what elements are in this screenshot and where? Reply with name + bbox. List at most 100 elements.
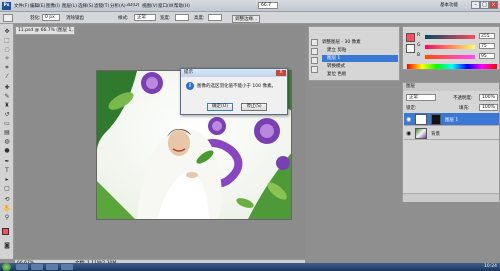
workspace-switcher[interactable]: 基本功能 xyxy=(440,2,458,8)
taskbar-app-ie-icon[interactable] xyxy=(16,264,28,270)
type-tool-icon[interactable]: T xyxy=(3,167,11,174)
taskbar-clock[interactable]: 10:24 xyxy=(484,264,497,269)
layer-name[interactable]: 背景 xyxy=(431,131,440,137)
lasso-tool-icon[interactable]: ◌ xyxy=(3,46,11,53)
g-slider[interactable] xyxy=(425,45,475,49)
blur-tool-icon[interactable]: ◍ xyxy=(3,138,11,145)
brush-tool-icon[interactable]: ✎ xyxy=(3,93,11,100)
menu-filter[interactable]: 滤镜(T) xyxy=(94,3,110,9)
stop-button[interactable]: 停止(S) xyxy=(241,103,267,111)
refine-edge-button[interactable]: 调整边缘... xyxy=(232,15,261,23)
close-app-button[interactable]: × xyxy=(489,1,498,9)
b-value[interactable]: 95 xyxy=(479,53,495,59)
bg-color-swatch[interactable] xyxy=(406,44,415,53)
history-row[interactable]: 转换模式 xyxy=(322,63,398,70)
hand-tool-icon[interactable]: ✋ xyxy=(3,205,11,212)
blend-mode-select[interactable]: 正常 xyxy=(406,94,436,101)
marquee-tool-icon[interactable] xyxy=(3,14,13,22)
zoom-field[interactable]: 66.7 xyxy=(258,2,278,9)
gradient-tool-icon[interactable]: ▤ xyxy=(3,129,11,136)
layer-mask-thumbnail[interactable] xyxy=(431,114,441,125)
move-tool-icon[interactable]: ✥ xyxy=(3,28,11,35)
maximize-button[interactable]: □ xyxy=(480,1,489,9)
menu-edit[interactable]: 编辑(E) xyxy=(30,3,46,9)
color-ramp[interactable] xyxy=(407,64,497,69)
visibility-eye-icon[interactable]: ◉ xyxy=(406,130,413,137)
taskbar-app-icon[interactable] xyxy=(61,264,73,270)
lock-label: 锁定: xyxy=(406,106,417,111)
magic-wand-icon[interactable]: ✧ xyxy=(3,55,11,62)
menu-3d[interactable]: 3D(D) xyxy=(126,3,142,9)
style-label: 样式: xyxy=(118,16,129,21)
menu-view[interactable]: 视图(V) xyxy=(142,3,158,9)
history-row[interactable]: 调整图层 - 30 像素 xyxy=(322,39,398,46)
styles-icon[interactable] xyxy=(311,66,318,73)
opacity-label: 不透明度: xyxy=(453,96,473,101)
taskbar-app-photoshop-icon[interactable] xyxy=(46,264,58,270)
width-input[interactable] xyxy=(175,14,189,21)
r-slider[interactable] xyxy=(425,35,475,39)
history-row[interactable]: 建立 剪贴 xyxy=(322,47,398,54)
pen-tool-icon[interactable]: ✒ xyxy=(3,158,11,165)
menu-file[interactable]: 文件(F) xyxy=(14,3,30,9)
eyedropper-icon[interactable]: ⁄ xyxy=(3,73,11,80)
actions-icon[interactable] xyxy=(311,48,318,55)
menu-list: 文件(F) 编辑(E) 图像(I) 图层(L) 选择(S) 滤镜(T) 分析(A… xyxy=(14,3,190,9)
menu-analysis[interactable]: 分析(A) xyxy=(110,3,126,9)
info-icon: i xyxy=(186,82,194,90)
history-row-selected[interactable]: 图层 1 xyxy=(322,55,398,62)
minimize-button[interactable]: – xyxy=(471,1,480,9)
clone-stamp-icon[interactable]: ♜ xyxy=(3,102,11,109)
layers-panel-header[interactable]: 图层 xyxy=(403,83,499,91)
g-value[interactable]: 75 xyxy=(479,43,495,49)
layer-thumbnail xyxy=(415,114,427,125)
dialog-close-button[interactable]: X xyxy=(276,70,286,76)
shape-tool-icon[interactable]: ▢ xyxy=(3,185,11,192)
color-panel: R 255 G 75 B 95 xyxy=(402,26,500,70)
layers-footer-toolbar xyxy=(403,193,499,202)
crop-tool-icon[interactable]: ⌗ xyxy=(3,64,11,71)
quick-mask-icon[interactable]: ◙ xyxy=(3,242,11,249)
options-bar: 羽化: 0 px 消除锯齿 样式: 正常 宽度: 高度: 调整边缘... xyxy=(0,12,500,24)
menu-layer[interactable]: 图层(L) xyxy=(62,3,78,9)
r-value[interactable]: 255 xyxy=(479,33,495,39)
ok-button[interactable]: 确定(O) xyxy=(207,103,233,111)
layer-row-selected[interactable]: ◉ 图层 1 xyxy=(404,113,499,126)
history-panel: 调整图层 - 30 像素 建立 剪贴 图层 1 转换模式 复位 色板 xyxy=(308,26,400,81)
menu-window[interactable]: 窗口(W) xyxy=(158,3,174,9)
zoom-tool-icon[interactable]: ⚲ xyxy=(3,214,11,221)
feather-input[interactable]: 0 px xyxy=(42,14,60,21)
fill-label: 填充: xyxy=(459,106,470,111)
style-select[interactable]: 正常 xyxy=(134,14,156,21)
layers-panel: 图层 正常 不透明度: 100% 锁定: 填充: 100% ◉ 图层 1 ◉ 背… xyxy=(402,82,500,202)
menu-image[interactable]: 图像(I) xyxy=(46,3,62,9)
menu-select[interactable]: 选择(S) xyxy=(78,3,94,9)
swatches-icon[interactable] xyxy=(311,57,318,64)
fill-input[interactable]: 100% xyxy=(479,104,498,111)
visibility-eye-icon[interactable]: ◉ xyxy=(406,116,413,123)
menu-help[interactable]: 帮助(H) xyxy=(174,3,190,9)
opacity-input[interactable]: 100% xyxy=(479,94,498,101)
height-label: 高度: xyxy=(194,16,205,21)
dodge-tool-icon[interactable]: ● xyxy=(3,147,11,154)
height-input[interactable] xyxy=(208,14,222,21)
eraser-tool-icon[interactable]: ▭ xyxy=(3,120,11,127)
layer-row[interactable]: ◉ 背景 xyxy=(404,127,499,140)
layer-name[interactable]: 图层 1 xyxy=(445,117,458,123)
b-label: B xyxy=(417,53,421,58)
foreground-color-swatch[interactable] xyxy=(2,228,9,235)
history-row[interactable]: 复位 色板 xyxy=(322,71,398,78)
healing-brush-icon[interactable]: ✚ xyxy=(3,84,11,91)
3d-rotate-icon[interactable]: ⟲ xyxy=(3,196,11,203)
path-select-icon[interactable]: ▸ xyxy=(3,176,11,183)
history-icon[interactable] xyxy=(311,39,318,46)
dialog-message: 图像的选区羽化值不能小于 100 像素。 xyxy=(197,84,276,89)
taskbar-app-explorer-icon[interactable] xyxy=(31,264,43,270)
history-brush-icon[interactable]: ↺ xyxy=(3,111,11,118)
start-button[interactable] xyxy=(2,263,11,271)
document-tab[interactable]: 11.psd @ 66.7% (图层 1, RGB/8) * xyxy=(15,26,75,35)
fg-color-swatch[interactable] xyxy=(406,33,415,42)
b-slider[interactable] xyxy=(425,55,475,59)
antialias-checkbox[interactable]: 消除锯齿 xyxy=(66,15,84,21)
marquee-tool-icon[interactable]: ⬚ xyxy=(3,37,11,44)
